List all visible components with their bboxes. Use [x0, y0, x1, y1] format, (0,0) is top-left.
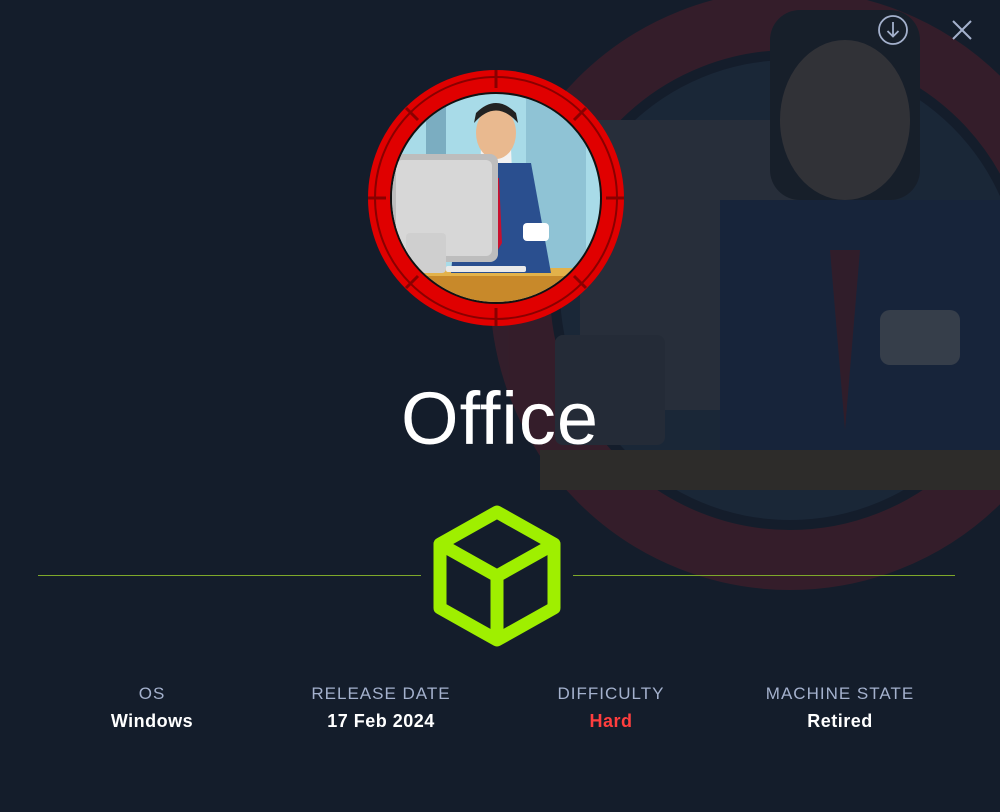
stat-machine-state: MACHINE STATE Retired	[745, 684, 935, 732]
stat-difficulty: DIFFICULTY Hard	[531, 684, 691, 732]
close-icon	[952, 20, 972, 40]
cube-icon	[433, 505, 561, 647]
stat-label: MACHINE STATE	[765, 684, 915, 703]
divider-right	[573, 575, 955, 576]
stat-value-os: Windows	[110, 711, 194, 731]
close-button[interactable]	[944, 12, 980, 48]
stat-label: OS	[138, 684, 166, 703]
stat-label: RELEASE DATE	[311, 684, 451, 703]
machine-name: Office	[401, 377, 599, 460]
stat-value-machine-state: Retired	[807, 711, 873, 731]
download-circle-icon	[878, 15, 908, 45]
machine-avatar	[368, 70, 624, 326]
download-button[interactable]	[875, 12, 911, 48]
stat-os: OS Windows	[82, 684, 222, 732]
stat-release-date: RELEASE DATE 17 Feb 2024	[296, 684, 466, 732]
stat-label: DIFFICULTY	[557, 684, 665, 703]
divider-left	[38, 575, 421, 576]
stat-value-difficulty: Hard	[589, 711, 633, 731]
stat-value-release-date: 17 Feb 2024	[327, 711, 435, 731]
